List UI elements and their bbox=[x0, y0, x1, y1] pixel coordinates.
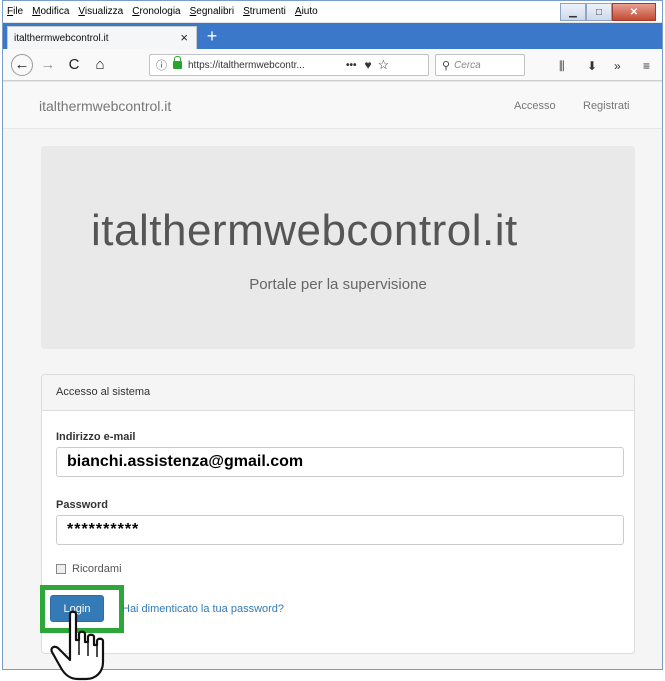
login-panel: Accesso al sistema Indirizzo e-mail bian… bbox=[40, 374, 635, 654]
password-label: Password bbox=[56, 499, 108, 511]
navigation-toolbar: ← → C ⌂ ⓘ https://italthermwebcontr... •… bbox=[3, 49, 662, 81]
email-label: Indirizzo e-mail bbox=[56, 431, 136, 443]
arrow-left-icon: ← bbox=[14, 56, 30, 73]
maximize-button[interactable]: □ bbox=[586, 3, 612, 21]
window-controls: ▁ □ ✕ bbox=[560, 3, 656, 21]
close-window-button[interactable]: ✕ bbox=[612, 3, 656, 21]
download-icon[interactable]: ⬇ bbox=[587, 59, 597, 73]
menu-segnalibri[interactable]: Segnalibri bbox=[190, 6, 234, 17]
menu-cronologia[interactable]: Cronologia bbox=[132, 6, 180, 17]
menu-visualizza[interactable]: Visualizza bbox=[78, 6, 123, 17]
search-icon: ⚲ bbox=[442, 59, 451, 72]
back-button[interactable]: ← bbox=[11, 53, 33, 76]
menu-file[interactable]: File bbox=[7, 6, 23, 17]
forgot-password-link[interactable]: Hai dimenticato la tua password? bbox=[122, 603, 284, 615]
site-header: italthermwebcontrol.it Accesso Registrat… bbox=[3, 82, 662, 129]
panel-heading: Accesso al sistema bbox=[42, 375, 634, 411]
hero-subtitle: Portale per la supervisione bbox=[249, 276, 427, 293]
overflow-chevron-icon[interactable]: » bbox=[614, 59, 621, 73]
menu-modifica[interactable]: Modifica bbox=[32, 6, 69, 17]
hero-title: italthermwebcontrol.it bbox=[91, 206, 518, 255]
reload-icon: C bbox=[68, 56, 80, 73]
reload-button[interactable]: C bbox=[63, 54, 85, 76]
site-brand[interactable]: italthermwebcontrol.it bbox=[39, 98, 171, 114]
menu-bar: File Modifica Visualizza Cronologia Segn… bbox=[3, 1, 662, 23]
home-icon: ⌂ bbox=[95, 56, 105, 73]
bookmark-star-icon[interactable]: ☆ bbox=[378, 57, 390, 73]
page-actions-button[interactable]: ••• bbox=[346, 60, 357, 71]
email-field[interactable]: bianchi.assistenza@gmail.com bbox=[56, 447, 624, 477]
password-field[interactable]: ********** bbox=[56, 515, 624, 545]
info-icon[interactable]: ⓘ bbox=[156, 57, 167, 73]
lock-icon bbox=[173, 56, 182, 69]
url-bar[interactable]: ⓘ https://italthermwebcontr... ••• ♥ ☆ bbox=[149, 54, 429, 76]
home-button[interactable]: ⌂ bbox=[89, 54, 111, 76]
menu-aiuto[interactable]: Aiuto bbox=[295, 6, 318, 17]
pocket-icon[interactable]: ♥ bbox=[365, 58, 372, 72]
nav-accesso-link[interactable]: Accesso bbox=[514, 100, 556, 112]
menu-strumenti[interactable]: Strumenti bbox=[243, 6, 286, 17]
search-placeholder: Cerca bbox=[454, 59, 481, 71]
hamburger-menu-icon[interactable]: ≡ bbox=[643, 59, 650, 73]
minimize-button[interactable]: ▁ bbox=[560, 3, 586, 21]
url-text[interactable]: https://italthermwebcontr... bbox=[188, 60, 338, 71]
remember-checkbox[interactable] bbox=[56, 564, 66, 574]
tab-close-icon[interactable]: × bbox=[180, 30, 188, 45]
page-viewport: italthermwebcontrol.it Accesso Registrat… bbox=[3, 82, 662, 669]
tab-strip: italthermwebcontrol.it × + bbox=[3, 23, 662, 49]
library-icon[interactable]: ⫼ bbox=[559, 59, 565, 74]
browser-window: File Modifica Visualizza Cronologia Segn… bbox=[2, 0, 663, 670]
forward-button[interactable]: → bbox=[37, 54, 59, 76]
arrow-right-icon: → bbox=[40, 56, 56, 73]
search-box[interactable]: ⚲ Cerca bbox=[435, 54, 525, 76]
remember-me[interactable]: Ricordami bbox=[56, 563, 122, 575]
new-tab-button[interactable]: + bbox=[203, 27, 221, 46]
remember-label: Ricordami bbox=[72, 563, 122, 575]
tab-title: italthermwebcontrol.it bbox=[14, 32, 109, 44]
nav-registrati-link[interactable]: Registrati bbox=[583, 100, 629, 112]
hero-banner: italthermwebcontrol.it Portale per la su… bbox=[41, 146, 635, 349]
hand-pointer-icon bbox=[50, 610, 105, 681]
tab-active[interactable]: italthermwebcontrol.it × bbox=[7, 26, 197, 49]
